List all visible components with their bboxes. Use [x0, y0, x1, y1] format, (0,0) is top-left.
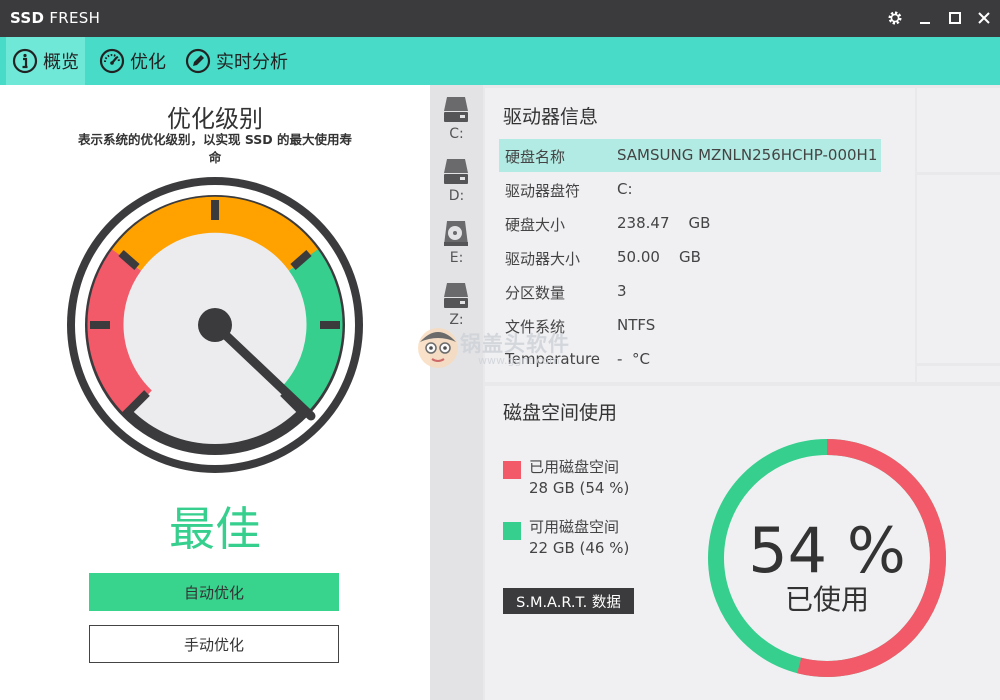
- free-legend-swatch: [503, 522, 521, 540]
- info-row-disk-size: 硬盘大小 238.47 GB: [505, 214, 711, 234]
- watermark: 锅盖头软件 www.ggnt.com: [416, 324, 616, 376]
- info-row-partition-count: 分区数量 3: [505, 282, 627, 302]
- tab-label: 概览: [43, 52, 79, 73]
- disc-drive-icon: [444, 221, 468, 246]
- pencil-icon: [185, 48, 211, 74]
- auto-optimize-button[interactable]: 自动优化: [89, 573, 339, 611]
- optimization-panel: 优化级别 表示系统的优化级别，以实现 SSD 的最大使用寿命 最佳 自动优化 手…: [0, 85, 430, 700]
- drive-list: C: D: E: Z:: [430, 85, 483, 700]
- smart-data-button[interactable]: S.M.A.R.T. 数据: [503, 588, 634, 614]
- hard-drive-icon: [444, 97, 468, 122]
- tab-label: 实时分析: [216, 52, 288, 73]
- used-legend-swatch: [503, 461, 521, 479]
- info-row-drive-size: 驱动器大小 50.00 GB: [505, 248, 701, 268]
- side-panel-cell: [917, 175, 1000, 363]
- info-row-disk-name: 硬盘名称 SAMSUNG MZNLN256HCHP-000H1: [499, 139, 881, 172]
- hard-drive-icon: [444, 159, 468, 184]
- tab-overview[interactable]: 概览: [6, 37, 85, 85]
- gear-icon[interactable]: [883, 6, 907, 30]
- used-legend: 已用磁盘空间 28 GB (54 %): [529, 458, 630, 497]
- disk-usage-title: 磁盘空间使用: [503, 402, 618, 424]
- title-bar: SSD FRESH: [0, 0, 1000, 37]
- main-tab-bar: 概览 优化 实时分析: [0, 37, 1000, 85]
- drive-info-title: 驱动器信息: [503, 106, 599, 128]
- free-legend: 可用磁盘空间 22 GB (46 %): [529, 518, 630, 557]
- minimize-icon[interactable]: [913, 6, 937, 30]
- optimization-title: 优化级别: [167, 105, 263, 133]
- drive-item-d[interactable]: D:: [430, 155, 483, 217]
- usage-percent-label: 已使用: [784, 583, 869, 616]
- usage-percent: 54 %: [748, 514, 906, 587]
- app-title: SSD FRESH: [10, 9, 101, 27]
- hard-drive-icon: [444, 283, 468, 308]
- side-panel-cell: [917, 88, 1000, 172]
- info-row-drive-letter: 驱动器盘符 C:: [505, 180, 633, 200]
- maximize-icon[interactable]: [943, 6, 967, 30]
- tab-label: 优化: [130, 52, 166, 73]
- optimization-description: 表示系统的优化级别，以实现 SSD 的最大使用寿命: [77, 132, 353, 165]
- tab-optimize[interactable]: 优化: [93, 37, 172, 85]
- info-icon: [12, 48, 38, 74]
- drive-item-c[interactable]: C:: [430, 93, 483, 155]
- side-panel-cell: [917, 366, 1000, 382]
- optimization-status: 最佳: [169, 502, 261, 556]
- speedometer-icon: [99, 48, 125, 74]
- tab-realtime-analysis[interactable]: 实时分析: [179, 37, 294, 85]
- mascot-icon: [418, 328, 458, 368]
- drive-item-e[interactable]: E:: [430, 217, 483, 279]
- close-icon[interactable]: [972, 6, 996, 30]
- disk-usage-panel: 磁盘空间使用 已用磁盘空间 28 GB (54 %) 可用磁盘空间 22 GB …: [485, 386, 1000, 700]
- optimization-gauge: [67, 177, 363, 473]
- manual-optimize-button[interactable]: 手动优化: [89, 625, 339, 663]
